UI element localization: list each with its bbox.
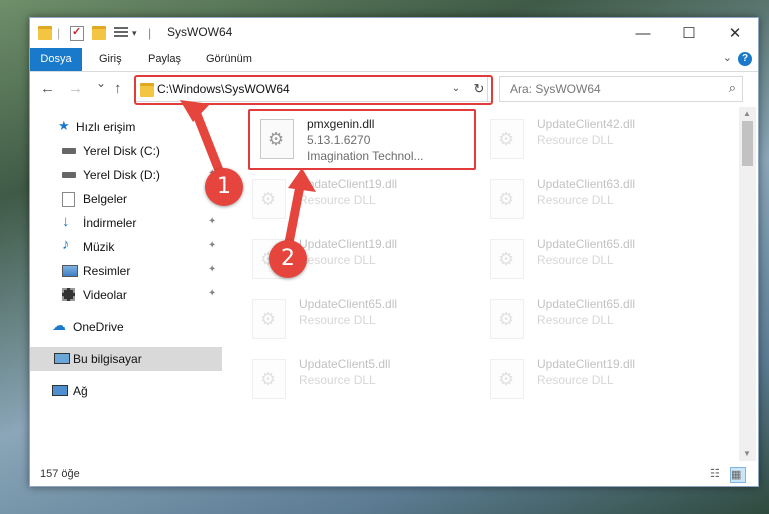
step-2-callout: 2 (269, 240, 307, 278)
annotation-arrows (180, 100, 316, 253)
step-1-callout: 1 (205, 168, 243, 206)
